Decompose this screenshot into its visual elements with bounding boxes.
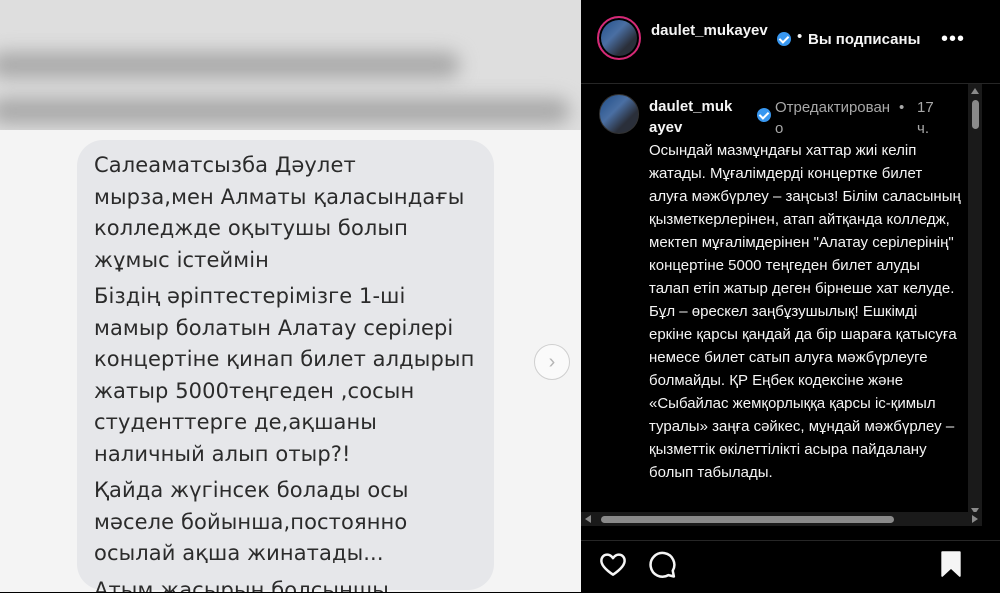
caption-paragraph: Осындай мазмұндағы хаттар жиі келіп жата… — [649, 142, 961, 297]
caption-author-avatar[interactable] — [599, 94, 639, 134]
heart-icon — [600, 553, 626, 576]
vertical-scrollbar[interactable] — [968, 84, 982, 518]
comment-icon — [649, 551, 676, 578]
post-panel: daulet_mukayev • Вы подписаны ••• daulet… — [581, 0, 1000, 592]
author-username[interactable]: daulet_mukayev — [651, 20, 771, 41]
like-button[interactable] — [598, 549, 628, 579]
blurred-message-header — [0, 0, 581, 130]
scroll-up-arrow-icon[interactable] — [971, 88, 979, 94]
caption-section: daulet_mukayev Отредактировано • 17 ч. О… — [581, 84, 1000, 518]
author-avatar[interactable] — [597, 16, 641, 60]
caption-text: Осындай мазмұндағы хаттар жиі келіп жата… — [649, 139, 963, 484]
separator-dot: • — [899, 99, 905, 116]
scroll-left-arrow-icon[interactable] — [585, 515, 591, 523]
caption-author-username[interactable]: daulet_mukayev — [649, 96, 739, 138]
horizontal-scrollbar[interactable] — [581, 512, 982, 526]
next-image-button[interactable]: › — [534, 344, 570, 380]
save-button[interactable] — [936, 549, 966, 579]
verified-badge-icon — [757, 108, 771, 122]
message-paragraph: Атым жасырын болсыншы — [94, 577, 389, 593]
post-header: daulet_mukayev • Вы подписаны ••• — [581, 0, 1000, 84]
verified-badge-icon — [777, 32, 791, 46]
comment-button[interactable] — [647, 549, 677, 579]
caption-paragraph: Бұл – өрескел заңбұзушылық! Ешкімді еркі… — [649, 303, 957, 481]
scroll-right-arrow-icon[interactable] — [972, 515, 978, 523]
post-image: Салеаматсызба Дәулет мырза,мен Алматы қа… — [0, 0, 581, 592]
post-time[interactable]: 17 ч. — [917, 97, 945, 139]
message-paragraph: Салеаматсызба Дәулет мырза,мен Алматы қа… — [94, 153, 465, 272]
message-paragraph: Біздің әріптестерімізге 1-ші мамыр болат… — [94, 284, 475, 466]
blurred-text-line — [0, 98, 570, 124]
bookmark-icon — [941, 551, 961, 577]
edited-label: Отредактировано — [775, 99, 891, 137]
message-text: Салеаматсызба Дәулет мырза,мен Алматы қа… — [94, 150, 494, 592]
chevron-right-icon: › — [548, 350, 556, 373]
following-button[interactable]: Вы подписаны — [808, 31, 920, 48]
blurred-text-line — [0, 52, 460, 78]
horizontal-scroll-thumb[interactable] — [601, 516, 894, 523]
more-options-icon[interactable]: ••• — [941, 29, 965, 49]
vertical-scroll-thumb[interactable] — [972, 100, 979, 129]
message-paragraph: Қайда жүгінсек болады осы мәселе бойынша… — [94, 478, 409, 565]
separator-dot: • — [797, 28, 803, 45]
post-actions — [581, 540, 1000, 593]
